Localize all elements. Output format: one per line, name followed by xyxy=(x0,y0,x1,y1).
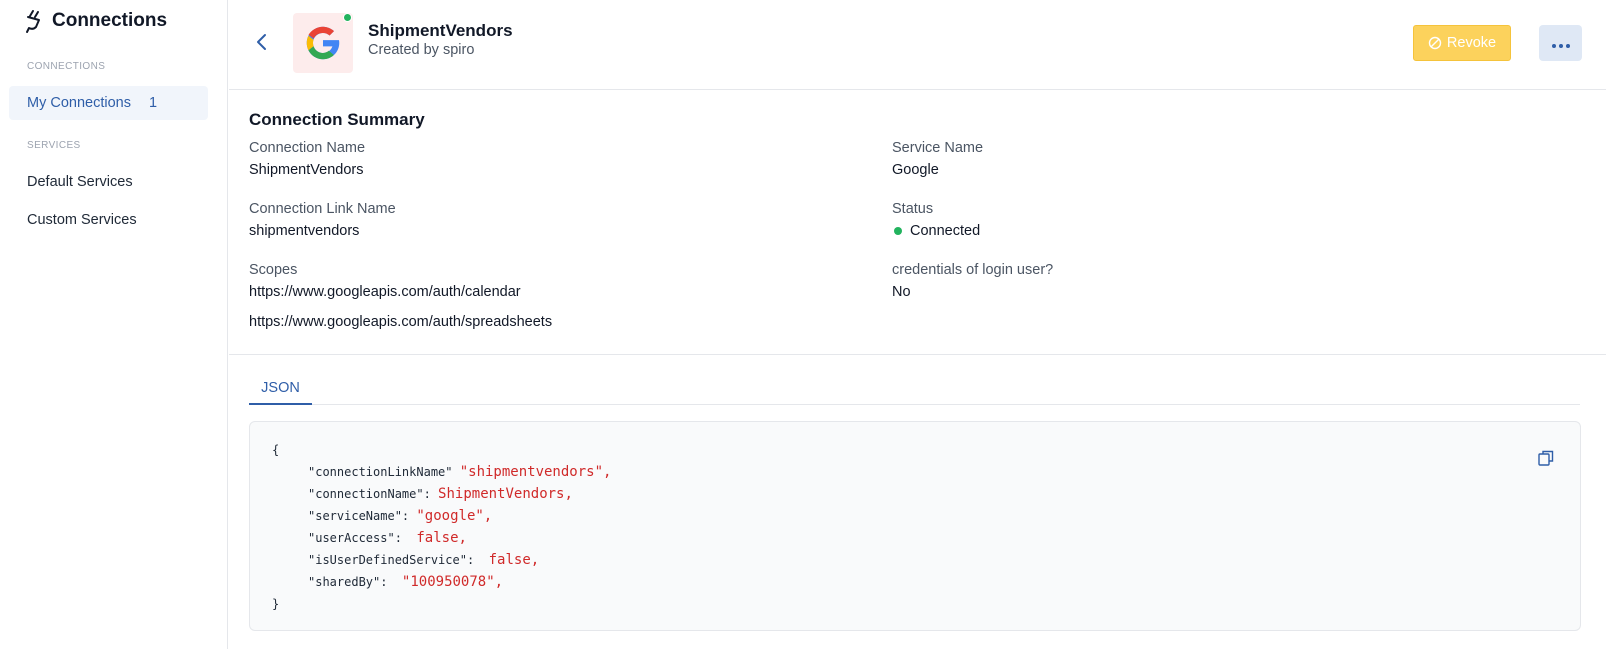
summary-title: Connection Summary xyxy=(249,110,425,129)
sidebar-item-custom-services[interactable]: Custom Services xyxy=(9,203,208,237)
connection-created-by: Created by spiro xyxy=(368,42,475,58)
link-name-value: shipmentvendors xyxy=(249,223,360,239)
back-chevron-icon[interactable] xyxy=(249,29,275,55)
json-key: "serviceName": xyxy=(308,509,417,523)
json-row: "userAccess": false, xyxy=(272,527,611,549)
brand: Connections xyxy=(24,8,167,34)
json-row: "connectionLinkName" "shipmentvendors", xyxy=(272,461,611,483)
connection-header: ShipmentVendors Created by spiro Revoke xyxy=(229,0,1606,90)
service-name-value: Google xyxy=(892,162,939,178)
json-row: "serviceName": "google", xyxy=(272,505,611,527)
scope-item: https://www.googleapis.com/auth/spreadsh… xyxy=(249,314,553,330)
json-key: "sharedBy": xyxy=(308,575,402,589)
json-close-brace: } xyxy=(272,597,280,611)
more-options-button[interactable] xyxy=(1539,25,1582,61)
json-value: false, xyxy=(416,530,467,546)
revoke-button[interactable]: Revoke xyxy=(1413,25,1511,61)
sidebar-item-my-connections[interactable]: My Connections 1 xyxy=(9,86,208,120)
google-logo-icon xyxy=(306,26,340,60)
revoke-label: Revoke xyxy=(1446,35,1497,51)
json-value: ShipmentVendors, xyxy=(438,486,573,502)
tab-json[interactable]: JSON xyxy=(249,376,312,405)
connected-status-dot xyxy=(343,13,352,22)
connection-summary: Connection Summary Connection Name Shipm… xyxy=(229,90,1606,355)
plug-icon xyxy=(26,10,40,33)
app-title: Connections xyxy=(52,10,168,31)
status-label: Status xyxy=(892,201,934,217)
scope-item: https://www.googleapis.com/auth/calendar xyxy=(249,284,521,300)
connection-count-badge: 1 xyxy=(148,95,158,111)
sidebar: Connections CONNECTIONS My Connections 1… xyxy=(0,0,228,649)
json-value: "google", xyxy=(416,508,493,524)
revoke-icon xyxy=(1428,36,1442,50)
json-code: { "connectionLinkName" "shipmentvendors"… xyxy=(272,439,611,615)
json-value: false, xyxy=(488,552,540,568)
connection-name-value: ShipmentVendors xyxy=(249,162,364,178)
sidebar-item-default-services[interactable]: Default Services xyxy=(9,165,208,199)
scopes-label: Scopes xyxy=(249,262,298,278)
connection-title: ShipmentVendors xyxy=(368,21,513,40)
service-name-label: Service Name xyxy=(892,140,984,156)
json-key: "isUserDefinedService": xyxy=(308,553,489,567)
json-row: "connectionName": ShipmentVendors, xyxy=(272,483,611,505)
section-label-services: SERVICES xyxy=(27,140,81,151)
link-name-label: Connection Link Name xyxy=(249,201,396,217)
credentials-value: No xyxy=(892,284,911,300)
status-dot xyxy=(894,227,902,235)
service-logo xyxy=(293,13,353,73)
copy-icon[interactable] xyxy=(1536,448,1556,468)
json-row: "isUserDefinedService": false, xyxy=(272,549,611,571)
json-row: "sharedBy": "100950078", xyxy=(272,571,611,593)
detail-tabs: JSON xyxy=(249,376,1580,405)
connection-name-label: Connection Name xyxy=(249,140,366,156)
section-label-connections: CONNECTIONS xyxy=(27,61,106,72)
json-key: "connectionLinkName" xyxy=(308,465,460,479)
more-dots-icon xyxy=(1550,35,1571,51)
json-open-brace: { xyxy=(272,443,280,457)
json-viewer: { "connectionLinkName" "shipmentvendors"… xyxy=(249,421,1581,631)
json-key: "connectionName": xyxy=(308,487,439,501)
sidebar-item-label: My Connections xyxy=(27,95,131,111)
sidebar-item-label: Default Services xyxy=(27,174,133,190)
sidebar-item-label: Custom Services xyxy=(27,212,137,228)
status-text: Connected xyxy=(910,223,981,239)
credentials-label: credentials of login user? xyxy=(892,262,1054,278)
json-value: "100950078", xyxy=(401,574,504,590)
status-value: Connected xyxy=(894,223,980,239)
json-key: "userAccess": xyxy=(308,531,417,545)
json-value: "shipmentvendors", xyxy=(459,464,612,480)
